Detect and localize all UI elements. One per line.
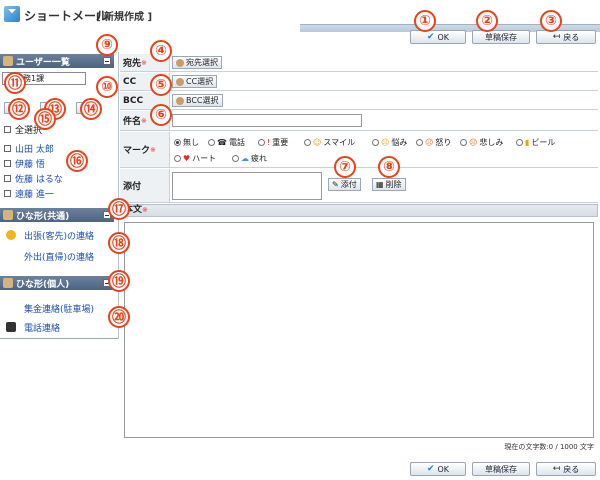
mark-smile-radio[interactable]: ☺ スマイル — [304, 137, 355, 148]
phone-icon — [6, 322, 16, 332]
callout: ⑮ — [34, 108, 56, 130]
template-link[interactable]: 集金連絡(駐車場) — [24, 302, 94, 315]
draft-save-button-bottom[interactable]: 草稿保存 — [472, 462, 530, 476]
callout: ⑪ — [4, 72, 26, 94]
trash-icon: ▦ — [376, 180, 384, 189]
template-icon — [3, 278, 13, 288]
mark-row: マーク ※ 無し ☎ 電話 ! 重要 ☺ スマイル ☹ 悩み ☹ 怒り ☹ 悲しみ ▮ ビール … — [120, 132, 598, 168]
mark-beer-radio[interactable]: ▮ ビール — [516, 137, 555, 148]
mark-tired-radio[interactable]: ☁ 疲れ — [232, 153, 267, 164]
callout: ⑤ — [150, 74, 172, 96]
template-icon — [3, 210, 13, 220]
collapse-icon[interactable] — [103, 57, 111, 65]
compose-form: 宛先 ※ 宛先選択 CC CC選択 BCC BCC選択 件名 ※ マーク ※ 無し ☎… — [120, 52, 598, 452]
shared-templates-header: ひな形(共通) — [0, 208, 114, 222]
attachment-list[interactable] — [172, 172, 322, 200]
callout: ⑱ — [108, 232, 130, 254]
left-panel-bottom-border — [0, 338, 118, 339]
template-link[interactable]: 外出(直帰)の連絡 — [24, 250, 94, 263]
template-link[interactable]: 電話連絡 — [24, 321, 60, 334]
callout: ⑦ — [334, 156, 356, 178]
user-icon — [3, 56, 13, 66]
callout: ② — [476, 10, 498, 32]
select-all-checkbox[interactable]: 全選択 — [4, 124, 114, 136]
callout: ⑭ — [80, 98, 102, 120]
attach-row: 添付 ✎ 添付 ▦ 削除 — [120, 169, 598, 203]
callout: ③ — [540, 10, 562, 32]
back-arrow-icon: ↤ — [552, 32, 561, 42]
check-icon: ✔ — [426, 464, 435, 474]
phone-icon: ☎ — [217, 138, 227, 147]
bcc-select-button[interactable]: BCC選択 — [172, 94, 223, 107]
smile-icon: ☺ — [313, 138, 322, 147]
callout: ⑩ — [96, 76, 118, 98]
exclamation-icon: ! — [267, 138, 271, 147]
smile-icon — [6, 230, 16, 240]
user-item[interactable]: 伊藤 悟 — [4, 158, 114, 170]
check-icon: ✔ — [426, 32, 435, 42]
callout: ⑥ — [150, 104, 172, 126]
callout: ⑰ — [108, 198, 130, 220]
cc-row: CC CC選択 — [120, 73, 598, 91]
callout: ⑲ — [108, 270, 130, 292]
mark-sad-radio[interactable]: ☹ 悲しみ — [460, 137, 503, 148]
user-item[interactable]: 山田 太郎 — [4, 143, 114, 155]
subject-row: 件名 ※ — [120, 111, 598, 131]
tired-icon: ☁ — [241, 154, 249, 163]
user-icon — [176, 96, 184, 105]
worry-icon: ☹ — [381, 138, 390, 147]
template-link[interactable]: 出張(客先)の連絡 — [24, 229, 94, 242]
user-item[interactable]: 佐藤 はるな — [4, 173, 114, 185]
mark-phone-radio[interactable]: ☎ 電話 — [208, 137, 245, 148]
window-subtitle: [ 新規作成 ] — [96, 12, 153, 23]
callout: ⑫ — [8, 98, 30, 120]
char-counter: 現在の文字数:0 / 1000 文字 — [504, 443, 594, 451]
beer-icon: ▮ — [525, 138, 530, 147]
mark-worry-radio[interactable]: ☹ 悩み — [372, 137, 407, 148]
title-bar: ショートメール [ 新規作成 ] — [0, 0, 600, 32]
back-arrow-icon: ↤ — [552, 464, 561, 474]
callout: ④ — [150, 40, 172, 62]
bcc-row: BCC BCC選択 — [120, 92, 598, 110]
back-button-top[interactable]: ↤ 戻る — [536, 30, 596, 44]
ok-button-top[interactable]: ✔ OK — [410, 30, 466, 44]
callout: ⑨ — [96, 34, 118, 56]
mark-heart-radio[interactable]: ♥ ハート — [174, 153, 216, 164]
subject-input[interactable] — [172, 114, 362, 127]
cc-select-button[interactable]: CC選択 — [172, 75, 218, 88]
back-button-bottom[interactable]: ↤ 戻る — [536, 462, 596, 476]
heart-icon: ♥ — [183, 154, 191, 163]
callout: ⑳ — [108, 306, 130, 328]
to-row: 宛先 ※ 宛先選択 — [120, 54, 598, 72]
sad-icon: ☹ — [469, 138, 478, 147]
to-select-button[interactable]: 宛先選択 — [172, 56, 222, 69]
attach-button[interactable]: ✎ 添付 — [328, 178, 361, 191]
user-icon — [176, 58, 184, 67]
ok-button-bottom[interactable]: ✔ OK — [410, 462, 466, 476]
body-textarea[interactable] — [124, 222, 594, 438]
callout: ⑯ — [66, 150, 88, 172]
left-panel-divider — [118, 52, 119, 339]
draft-save-button-top[interactable]: 草稿保存 — [472, 30, 530, 44]
callout: ① — [414, 10, 436, 32]
user-icon — [176, 77, 184, 86]
paperclip-icon: ✎ — [332, 180, 339, 189]
body-header: 本文※ — [120, 204, 598, 217]
mail-app-icon — [4, 6, 20, 22]
user-item[interactable]: 遠藤 進一 — [4, 188, 114, 200]
callout: ⑧ — [378, 156, 400, 178]
users-section-header: ユーザー一覧 — [0, 54, 114, 68]
delete-attachment-button[interactable]: ▦ 削除 — [372, 178, 406, 191]
mark-none-radio[interactable]: 無し — [174, 137, 199, 148]
personal-templates-header: ひな形(個人) — [0, 276, 114, 290]
angry-icon: ☹ — [425, 138, 434, 147]
mark-angry-radio[interactable]: ☹ 怒り — [416, 137, 451, 148]
mark-important-radio[interactable]: ! 重要 — [258, 137, 288, 148]
